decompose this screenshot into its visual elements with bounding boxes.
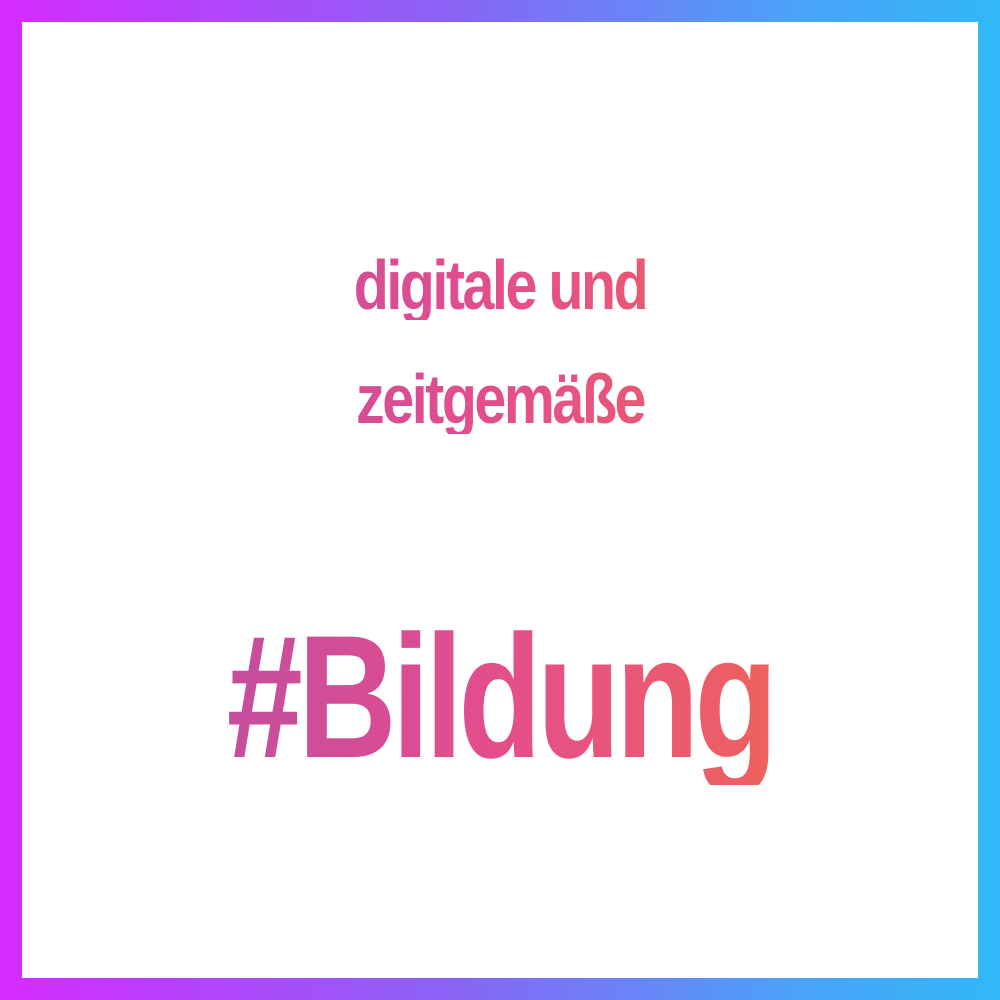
subtitle-line-2: zeitgemäße — [108, 364, 892, 434]
subtitle-line-1: digitale und — [108, 250, 892, 320]
white-canvas: digitale und zeitgemäße #Bildung — [22, 22, 978, 978]
gradient-border-frame: digitale und zeitgemäße #Bildung — [0, 0, 1000, 1000]
headline-hashtag: #Bildung — [127, 610, 873, 785]
